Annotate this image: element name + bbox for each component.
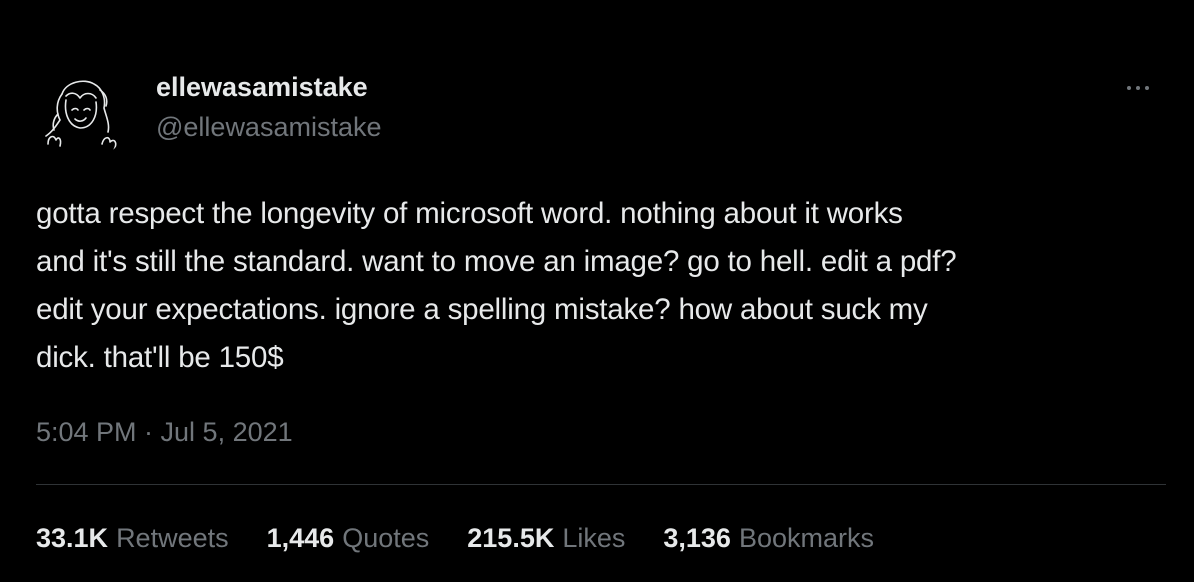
tweet-card: ellewasamistake @ellewasamistake gotta r… [0,0,1194,582]
stat-label: Likes [562,523,626,553]
stat-quotes[interactable]: 1,446 Quotes [267,518,430,558]
stat-count: 3,136 [663,523,731,553]
stat-retweets[interactable]: 33.1K Retweets [36,518,229,558]
stat-label: Quotes [342,523,430,553]
stat-label: Bookmarks [738,523,874,553]
stat-count: 1,446 [266,523,335,553]
stat-bookmarks[interactable]: 3,136 Bookmarks [663,518,874,558]
more-dots-icon [1145,86,1149,90]
hand-drawn-girl-doodle-icon [45,80,117,151]
tweet-text: gotta respect the longevity of microsoft… [36,197,957,374]
author-handle[interactable]: @ellewasamistake [156,110,382,144]
more-options-button[interactable] [1112,76,1164,100]
avatar[interactable] [36,70,128,162]
more-dots-icon [1127,86,1131,90]
more-dots-icon [1136,86,1140,90]
stat-count: 33.1K [36,523,109,553]
engagement-stats: 33.1K Retweets 1,446 Quotes 215.5K Likes… [36,518,874,558]
tweet-timestamp[interactable]: 5:04 PM · Jul 5, 2021 [36,412,293,452]
divider [36,484,1166,485]
stat-count: 215.5K [467,523,555,553]
stat-label: Retweets [116,523,229,553]
author-display-name[interactable]: ellewasamistake [156,70,368,104]
stat-likes[interactable]: 215.5K Likes [467,518,625,558]
